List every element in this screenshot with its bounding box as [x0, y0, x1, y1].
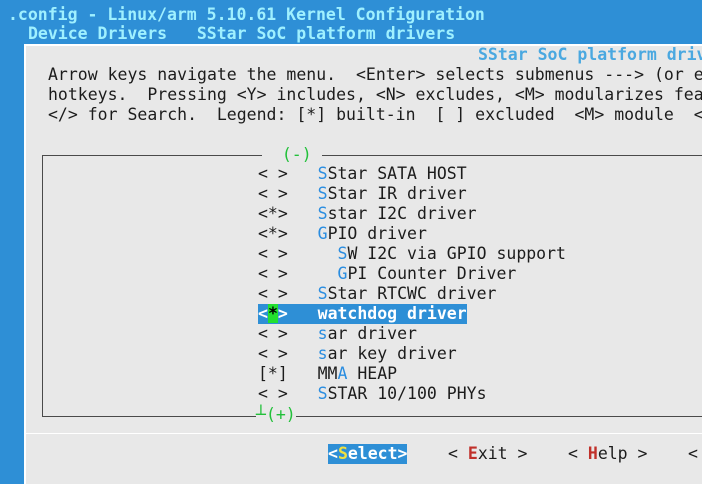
help-line-2: hotkeys. Pressing <Y> includes, <N> excl… [48, 85, 702, 104]
item-label: PIO driver [327, 224, 427, 243]
selection-cursor: * [267, 304, 278, 323]
item-mark: [*] [258, 364, 288, 383]
item-mark: < > [258, 244, 288, 263]
menu-item-sar-key-driver[interactable]: < > sar key driver [258, 344, 457, 364]
scroll-up-indicator: (-) [262, 145, 322, 165]
item-hotkey: G [317, 224, 328, 243]
item-hotkey: S [337, 244, 348, 263]
scroll-down-indicator: ┴(+) [256, 405, 296, 425]
menu-item-gpi-counter[interactable]: < > GPI Counter Driver [258, 264, 516, 284]
item-mark-close: > [277, 304, 288, 323]
item-label: Star SATA HOST [327, 164, 467, 183]
item-mark: < > [258, 184, 288, 203]
item-hotkey: G [337, 264, 348, 283]
exit-button[interactable]: < Exit > [448, 444, 528, 464]
item-mark: < > [258, 344, 288, 363]
window-title: .config - Linux/arm 5.10.61 Kernel Confi… [8, 5, 485, 24]
button-separator [24, 433, 702, 434]
menu-item-sar-driver[interactable]: < > sar driver [258, 324, 417, 344]
item-mark: <*> [258, 204, 288, 223]
item-label: PI Counter Driver [347, 264, 517, 283]
item-hotkey: s [317, 324, 328, 343]
item-hotkey: S [317, 184, 328, 203]
dialog-title: SStar SoC platform driv [478, 45, 702, 64]
item-label: atchdog driver [327, 304, 467, 323]
item-hotkey: s [317, 344, 328, 363]
menu-item-sstar-rtcwc[interactable]: < > SStar RTCWC driver [258, 284, 496, 304]
menu-item-sstar-ir-driver[interactable]: < > SStar IR driver [258, 184, 467, 204]
item-label-prefix: MM [317, 364, 338, 383]
breadcrumb: Device Drivers SStar SoC platform driver… [28, 24, 456, 43]
dialog-border-left [24, 44, 26, 484]
item-hotkey: S [317, 284, 328, 303]
help-line-3: </> for Search. Legend: [*] built-in [ ]… [48, 105, 702, 124]
help-line-1: Arrow keys navigate the menu. <Enter> se… [48, 65, 702, 84]
menu-item-watchdog-driver[interactable]: <*> watchdog driver [258, 304, 467, 324]
item-label: star I2C driver [327, 204, 477, 223]
item-mark: < > [258, 324, 288, 343]
menu-item-mma-heap[interactable]: [*] MMA HEAP [258, 364, 397, 384]
item-label: Star IR driver [327, 184, 467, 203]
select-button[interactable]: <Select> [328, 444, 408, 464]
item-label: ar key driver [327, 344, 457, 363]
menu-item-sw-i2c-gpio[interactable]: < > SW I2C via GPIO support [258, 244, 566, 264]
item-mark: < > [258, 164, 288, 183]
save-button[interactable]: < [688, 444, 702, 464]
item-hotkey: S [317, 384, 328, 403]
item-label: W I2C via GPIO support [347, 244, 566, 263]
item-hotkey: S [317, 164, 328, 183]
menu-item-sstar-sata-host[interactable]: < > SStar SATA HOST [258, 164, 467, 184]
item-label: ar driver [327, 324, 417, 343]
item-label: Star RTCWC driver [327, 284, 497, 303]
item-hotkey: A [337, 364, 348, 383]
item-label: STAR 10/100 PHYs [327, 384, 487, 403]
item-hotkey: S [317, 204, 328, 223]
item-mark: < > [258, 284, 288, 303]
help-button[interactable]: < Help > [568, 444, 648, 464]
item-mark: < > [258, 384, 288, 403]
item-mark: < > [258, 264, 288, 283]
item-mark-open: < [258, 304, 268, 323]
item-hotkey: w [317, 304, 328, 323]
item-label: HEAP [347, 364, 398, 383]
menu-item-sstar-phys[interactable]: < > SSTAR 10/100 PHYs [258, 384, 487, 404]
item-mark: <*> [258, 224, 288, 243]
menu-item-gpio-driver[interactable]: <*> GPIO driver [258, 224, 427, 244]
menu-item-sstar-i2c-driver[interactable]: <*> Sstar I2C driver [258, 204, 477, 224]
